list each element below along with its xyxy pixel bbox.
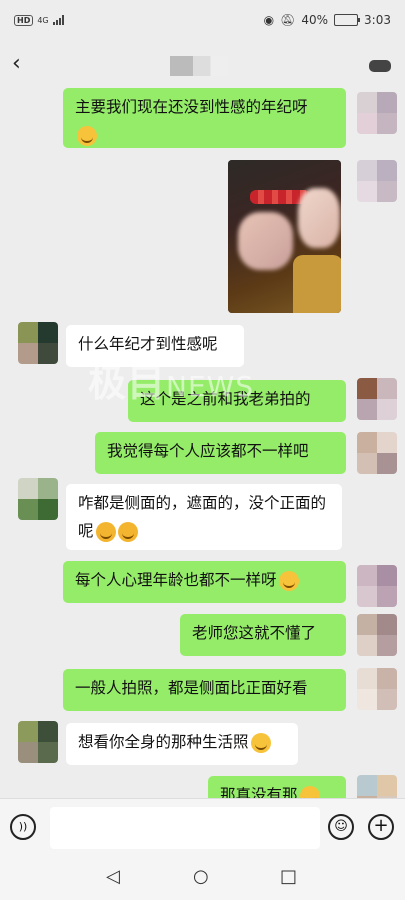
eye-icon: ◉: [263, 13, 275, 27]
system-navigation: ◁ ○ □: [0, 858, 405, 900]
watermark: 极目NEWS: [88, 361, 255, 405]
laugh-cry-emoji: [250, 732, 271, 753]
message-input[interactable]: [50, 807, 320, 849]
battery-icon: [334, 14, 361, 26]
my-avatar[interactable]: [357, 160, 397, 202]
angry-emoji: [95, 521, 116, 542]
my-avatar[interactable]: [357, 668, 397, 710]
contact-avatar[interactable]: [18, 721, 58, 763]
network-type: 4G: [37, 15, 49, 25]
chat-header: ‹: [0, 40, 405, 90]
voice-icon[interactable]: )): [10, 814, 36, 840]
chevron-left-icon[interactable]: ‹: [12, 52, 21, 76]
my-avatar[interactable]: [357, 565, 397, 607]
message-bubble[interactable]: 每个人心理年龄也都不一样呀: [63, 561, 346, 603]
signal-icon: [52, 15, 64, 25]
input-bar: )) ☺ +: [0, 798, 405, 859]
photo-message[interactable]: [228, 160, 341, 313]
message-bubble[interactable]: 我觉得每个人应该都不一样吧: [95, 432, 346, 474]
laugh-cry-emoji: [278, 570, 299, 591]
my-avatar[interactable]: [357, 614, 397, 656]
nav-home-icon[interactable]: ○: [193, 866, 209, 887]
mute-icon: 🔕︎: [280, 13, 296, 27]
laugh-cry-emoji: [77, 125, 97, 146]
plus-icon[interactable]: +: [368, 814, 394, 840]
my-avatar[interactable]: [357, 432, 397, 474]
nav-back-icon[interactable]: ◁: [106, 866, 120, 887]
message-bubble[interactable]: 想看你全身的那种生活照: [66, 723, 298, 765]
hd-badge: HD: [14, 14, 34, 26]
battery-percent: 40%: [301, 13, 329, 27]
angry-emoji: [117, 521, 138, 542]
more-icon[interactable]: [369, 60, 391, 72]
message-bubble[interactable]: 一般人拍照，都是侧面比正面好看: [63, 669, 346, 711]
contact-name-blurred: [170, 56, 228, 76]
nav-recents-icon[interactable]: □: [280, 866, 297, 887]
message-bubble[interactable]: 主要我们现在还没到性感的年纪呀: [63, 88, 346, 148]
message-bubble[interactable]: 老师您这就不懂了: [180, 614, 346, 656]
emoji-icon[interactable]: ☺: [328, 814, 354, 840]
my-avatar[interactable]: [357, 378, 397, 420]
contact-avatar[interactable]: [18, 322, 58, 364]
message-bubble[interactable]: 咋都是侧面的，遮面的，没个正面的呢: [66, 484, 342, 550]
clock: 3:03: [364, 13, 391, 27]
status-bar: HD 4G ◉ 🔕︎ 40% 3:03: [0, 0, 405, 40]
contact-avatar[interactable]: [18, 478, 58, 520]
my-avatar[interactable]: [357, 92, 397, 134]
